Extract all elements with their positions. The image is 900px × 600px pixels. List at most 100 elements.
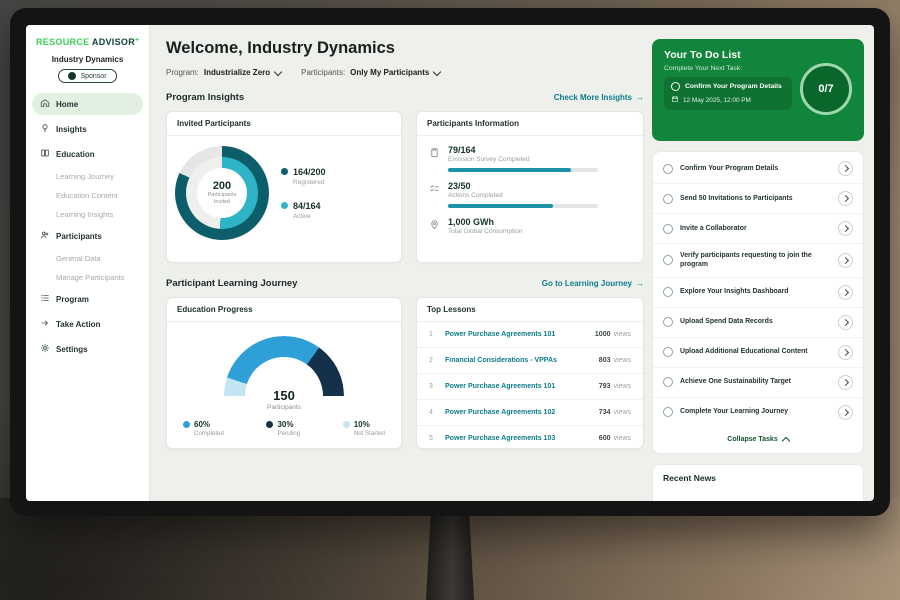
lesson-rank: 1 — [429, 331, 437, 338]
program-filter-label: Program: — [166, 68, 199, 77]
page-title: Welcome, Industry Dynamics — [166, 39, 644, 58]
task-row[interactable]: Explore Your Insights Dashboard — [653, 278, 863, 308]
legend-dot — [281, 202, 288, 209]
sidebar-item-general-data[interactable]: General Data — [32, 250, 143, 267]
stat-value: 1,000 GWh — [448, 217, 522, 227]
education-gauge: 150 Participants — [224, 336, 344, 396]
legend-dot — [183, 421, 190, 428]
task-chevron-button[interactable] — [838, 315, 853, 330]
task-label: Upload Spend Data Records — [680, 317, 831, 326]
progress-track — [448, 168, 598, 172]
lesson-row[interactable]: 1 Power Purchase Agreements 101 1000view… — [417, 322, 643, 348]
sidebar-item-take-action[interactable]: Take Action — [32, 313, 143, 335]
task-checkbox[interactable] — [663, 194, 673, 204]
invited-participants-body: 200 Participants Invited 164/200 — [167, 136, 401, 250]
legend-value: 10% — [354, 420, 370, 429]
task-label: Achieve One Sustainability Target — [680, 377, 831, 386]
sidebar-item-learning-journey[interactable]: Learning Journey — [32, 168, 143, 185]
sidebar-item-program[interactable]: Program — [32, 288, 143, 310]
arrow-circle-icon — [40, 318, 50, 330]
lesson-views-label: views — [613, 331, 631, 338]
task-row[interactable]: Verify participants requesting to join t… — [653, 244, 863, 278]
lesson-link[interactable]: Power Purchase Agreements 103 — [445, 435, 591, 442]
task-row[interactable]: Achieve One Sustainability Target — [653, 368, 863, 398]
sidebar-item-home[interactable]: Home — [32, 93, 143, 115]
task-checkbox[interactable] — [663, 317, 673, 327]
legend-item: 164/200 Registered — [281, 167, 326, 186]
task-chevron-button[interactable] — [838, 191, 853, 206]
arrow-right-icon: → — [636, 93, 644, 102]
resource-advisor-logo: RESOURCE ADVISOR+ — [26, 25, 149, 47]
task-chevron-button[interactable] — [838, 285, 853, 300]
task-checkbox[interactable] — [663, 164, 673, 174]
stat-label: Actions Completed — [448, 192, 598, 199]
participants-dropdown[interactable]: Participants: Only My Participants — [301, 68, 440, 77]
sidebar-item-label: Settings — [56, 345, 88, 354]
go-to-learning-journey-link[interactable]: Go to Learning Journey → — [542, 279, 644, 288]
task-row[interactable]: Upload Spend Data Records — [653, 308, 863, 338]
sidebar-item-manage-participants[interactable]: Manage Participants — [32, 269, 143, 286]
stat-value: 23/50 — [448, 181, 598, 191]
program-dropdown[interactable]: Program: Industrialize Zero — [166, 68, 281, 77]
gauge-center: 150 Participants — [224, 388, 344, 411]
lesson-link[interactable]: Power Purchase Agreements 102 — [445, 409, 591, 416]
lesson-link[interactable]: Financial Considerations - VPPAs — [445, 357, 591, 364]
next-task-box[interactable]: Confirm Your Program Details 12 May 2025… — [664, 77, 792, 110]
sidebar-item-education[interactable]: Education — [32, 143, 143, 165]
task-row[interactable]: Invite a Collaborator — [653, 214, 863, 244]
book-icon — [40, 148, 50, 160]
legend-value: 60% — [194, 420, 210, 429]
program-filter-value: Industrialize Zero — [204, 68, 270, 77]
chevron-right-icon — [841, 409, 848, 416]
sidebar-item-education-content[interactable]: Education Content — [32, 187, 143, 204]
task-row[interactable]: Confirm Your Program Details — [653, 154, 863, 184]
task-checkbox[interactable] — [671, 82, 680, 91]
lesson-row[interactable]: 2 Financial Considerations - VPPAs 803vi… — [417, 348, 643, 374]
todo-panel: Your To Do List Complete Your Next Task:… — [652, 39, 864, 501]
task-row[interactable]: Complete Your Learning Journey — [653, 398, 863, 427]
task-checkbox[interactable] — [663, 347, 673, 357]
task-chevron-button[interactable] — [838, 161, 853, 176]
logo-resource: RESOURCE — [36, 37, 89, 47]
sponsor-badge: Sponsor — [58, 69, 116, 83]
recent-news-title: Recent News — [663, 473, 853, 483]
task-row[interactable]: Upload Additional Educational Content — [653, 338, 863, 368]
gauge-value: 150 — [224, 388, 344, 403]
task-checkbox[interactable] — [663, 377, 673, 387]
sidebar: RESOURCE ADVISOR+ Industry Dynamics Spon… — [26, 25, 150, 501]
task-checkbox[interactable] — [663, 287, 673, 297]
lesson-row[interactable]: 5 Power Purchase Agreements 103 600views — [417, 426, 643, 451]
sidebar-item-label: Home — [56, 100, 78, 109]
link-label: Go to Learning Journey — [542, 279, 632, 288]
participants-filter-label: Participants: — [301, 68, 345, 77]
sidebar-item-learning-insights[interactable]: Learning Insights — [32, 206, 143, 223]
task-chevron-button[interactable] — [838, 405, 853, 420]
lesson-link[interactable]: Power Purchase Agreements 101 — [445, 331, 587, 338]
task-chevron-button[interactable] — [838, 253, 853, 268]
task-chevron-button[interactable] — [838, 375, 853, 390]
task-chevron-button[interactable] — [838, 345, 853, 360]
lesson-link[interactable]: Power Purchase Agreements 101 — [445, 383, 591, 390]
task-chevron-button[interactable] — [838, 221, 853, 236]
card-title: Invited Participants — [167, 112, 401, 136]
sidebar-item-participants[interactable]: Participants — [32, 225, 143, 247]
chevron-right-icon — [841, 225, 848, 232]
task-checkbox[interactable] — [663, 224, 673, 234]
sidebar-item-settings[interactable]: Settings — [32, 338, 143, 360]
lesson-row[interactable]: 4 Power Purchase Agreements 102 734views — [417, 400, 643, 426]
stat-value: 79/164 — [448, 145, 598, 155]
collapse-tasks-button[interactable]: Collapse Tasks — [653, 427, 863, 451]
monitor-stand — [426, 512, 474, 600]
sidebar-item-insights[interactable]: Insights — [32, 118, 143, 140]
top-lessons-card: Top Lessons 1 Power Purchase Agreements … — [416, 297, 644, 449]
check-more-insights-link[interactable]: Check More Insights → — [554, 93, 644, 102]
todo-summary-card: Your To Do List Complete Your Next Task:… — [652, 39, 864, 141]
todo-progress-ring: 0/7 — [800, 63, 852, 115]
lesson-row[interactable]: 3 Power Purchase Agreements 101 793views — [417, 374, 643, 400]
invited-center-label: Participants Invited — [201, 192, 243, 206]
task-row[interactable]: Send 50 Invitations to Participants — [653, 184, 863, 214]
stat-label: Emission Survey Completed — [448, 156, 598, 163]
task-checkbox[interactable] — [663, 255, 673, 265]
task-checkbox[interactable] — [663, 407, 673, 417]
sidebar-nav: Home Insights Education Learning Journey… — [26, 91, 149, 365]
